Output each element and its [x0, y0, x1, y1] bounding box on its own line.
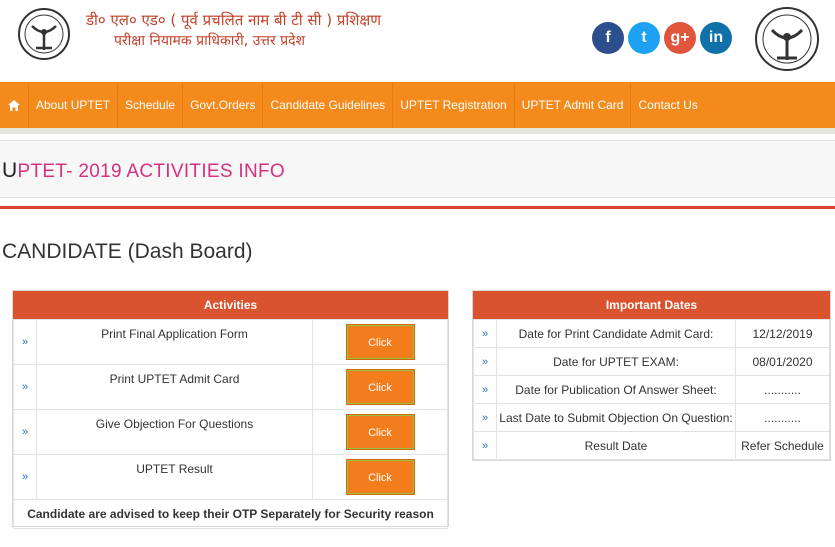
page-title-initial: U: [2, 159, 18, 182]
facebook-icon[interactable]: f: [592, 22, 624, 54]
dashboard-title: CANDIDATE (Dash Board): [2, 240, 253, 263]
activities-table: » Print Final Application Form Click » P…: [13, 319, 448, 529]
print-admit-card-button[interactable]: Click: [345, 369, 415, 405]
google-plus-icon[interactable]: g+: [664, 22, 696, 54]
nav-uptet-registration[interactable]: UPTET Registration: [393, 82, 515, 128]
table-row: » Give Objection For Questions Click: [13, 409, 448, 455]
date-value: ...........: [735, 375, 830, 404]
table-row: » Print UPTET Admit Card Click: [13, 364, 448, 410]
home-icon[interactable]: [0, 82, 29, 128]
activity-label: UPTET Result: [36, 454, 313, 500]
date-label: Date for UPTET EXAM:: [496, 347, 736, 376]
uptet-result-button[interactable]: Click: [345, 459, 415, 495]
date-label: Date for Print Candidate Admit Card:: [496, 319, 736, 348]
up-emblem-icon: [18, 8, 70, 60]
bullet-arrow-icon: »: [473, 403, 497, 432]
nav-uptet-admit-card[interactable]: UPTET Admit Card: [515, 82, 632, 128]
bullet-arrow-icon: »: [473, 375, 497, 404]
important-dates-header: Important Dates: [473, 291, 830, 319]
date-value: Refer Schedule: [735, 431, 830, 460]
activity-button-cell: Click: [312, 409, 448, 455]
header-title-line1: डी० एल० एड० ( पूर्व प्रचलित नाम बी टी सी…: [86, 11, 382, 29]
header-title-line2: परीक्षा नियामक प्राधिकारी, उत्तर प्रदेश: [114, 33, 306, 49]
nav-candidate-guidelines[interactable]: Candidate Guidelines: [263, 82, 394, 128]
activity-button-cell: Click: [312, 454, 448, 500]
activity-label: Print Final Application Form: [36, 319, 313, 365]
bullet-arrow-icon: »: [473, 431, 497, 460]
print-application-form-button[interactable]: Click: [345, 324, 415, 360]
nav-govt-orders[interactable]: Govt.Orders: [183, 82, 264, 128]
title-divider: [0, 206, 835, 209]
table-row: » Last Date to Submit Objection On Quest…: [473, 403, 830, 432]
bullet-arrow-icon: »: [13, 319, 37, 365]
date-value: 08/01/2020: [735, 347, 830, 376]
table-row: » Result Date Refer Schedule: [473, 431, 830, 460]
nav-contact-us[interactable]: Contact Us: [631, 82, 704, 128]
bullet-arrow-icon: »: [13, 454, 37, 500]
social-links: f t g+ in: [592, 22, 732, 54]
page-title-bar: UPTET- 2019 ACTIVITIES INFO: [0, 140, 835, 198]
header-title: डी० एल० एड० ( पूर्व प्रचलित नाम बी टी सी…: [86, 10, 381, 52]
important-dates-table: » Date for Print Candidate Admit Card: 1…: [473, 319, 830, 460]
nav-schedule[interactable]: Schedule: [118, 82, 184, 128]
nav-about-uptet[interactable]: About UPTET: [29, 82, 119, 128]
page-title: UPTET- 2019 ACTIVITIES INFO: [2, 159, 285, 183]
bullet-arrow-icon: »: [13, 364, 37, 410]
give-objection-button[interactable]: Click: [345, 414, 415, 450]
activity-label: Give Objection For Questions: [36, 409, 313, 455]
date-label: Result Date: [496, 431, 736, 460]
up-seal-icon: [755, 7, 819, 71]
linkedin-icon[interactable]: in: [700, 22, 732, 54]
table-row: Candidate are advised to keep their OTP …: [13, 499, 448, 529]
table-row: » Print Final Application Form Click: [13, 319, 448, 365]
main-nav: About UPTET Schedule Govt.Orders Candida…: [0, 82, 835, 134]
date-value: 12/12/2019: [735, 319, 830, 348]
bullet-arrow-icon: »: [13, 409, 37, 455]
twitter-icon[interactable]: t: [628, 22, 660, 54]
activities-header: Activities: [13, 291, 448, 319]
bullet-arrow-icon: »: [473, 347, 497, 376]
page-title-rest: PTET- 2019 ACTIVITIES INFO: [17, 161, 286, 182]
important-dates-panel: Important Dates » Date for Print Candida…: [472, 290, 831, 461]
table-row: » Date for Publication Of Answer Sheet: …: [473, 375, 830, 404]
table-row: » Date for Print Candidate Admit Card: 1…: [473, 319, 830, 348]
activity-button-cell: Click: [312, 364, 448, 410]
date-label: Last Date to Submit Objection On Questio…: [496, 403, 736, 432]
activity-button-cell: Click: [312, 319, 448, 365]
otp-advisory-note: Candidate are advised to keep their OTP …: [13, 499, 448, 529]
bullet-arrow-icon: »: [473, 319, 497, 348]
site-header: डी० एल० एड० ( पूर्व प्रचलित नाम बी टी सी…: [0, 0, 835, 82]
table-row: » UPTET Result Click: [13, 454, 448, 500]
activities-panel: Activities » Print Final Application For…: [12, 290, 449, 529]
date-label: Date for Publication Of Answer Sheet:: [496, 375, 736, 404]
date-value: ...........: [735, 403, 830, 432]
activity-label: Print UPTET Admit Card: [36, 364, 313, 410]
table-row: » Date for UPTET EXAM: 08/01/2020: [473, 347, 830, 376]
